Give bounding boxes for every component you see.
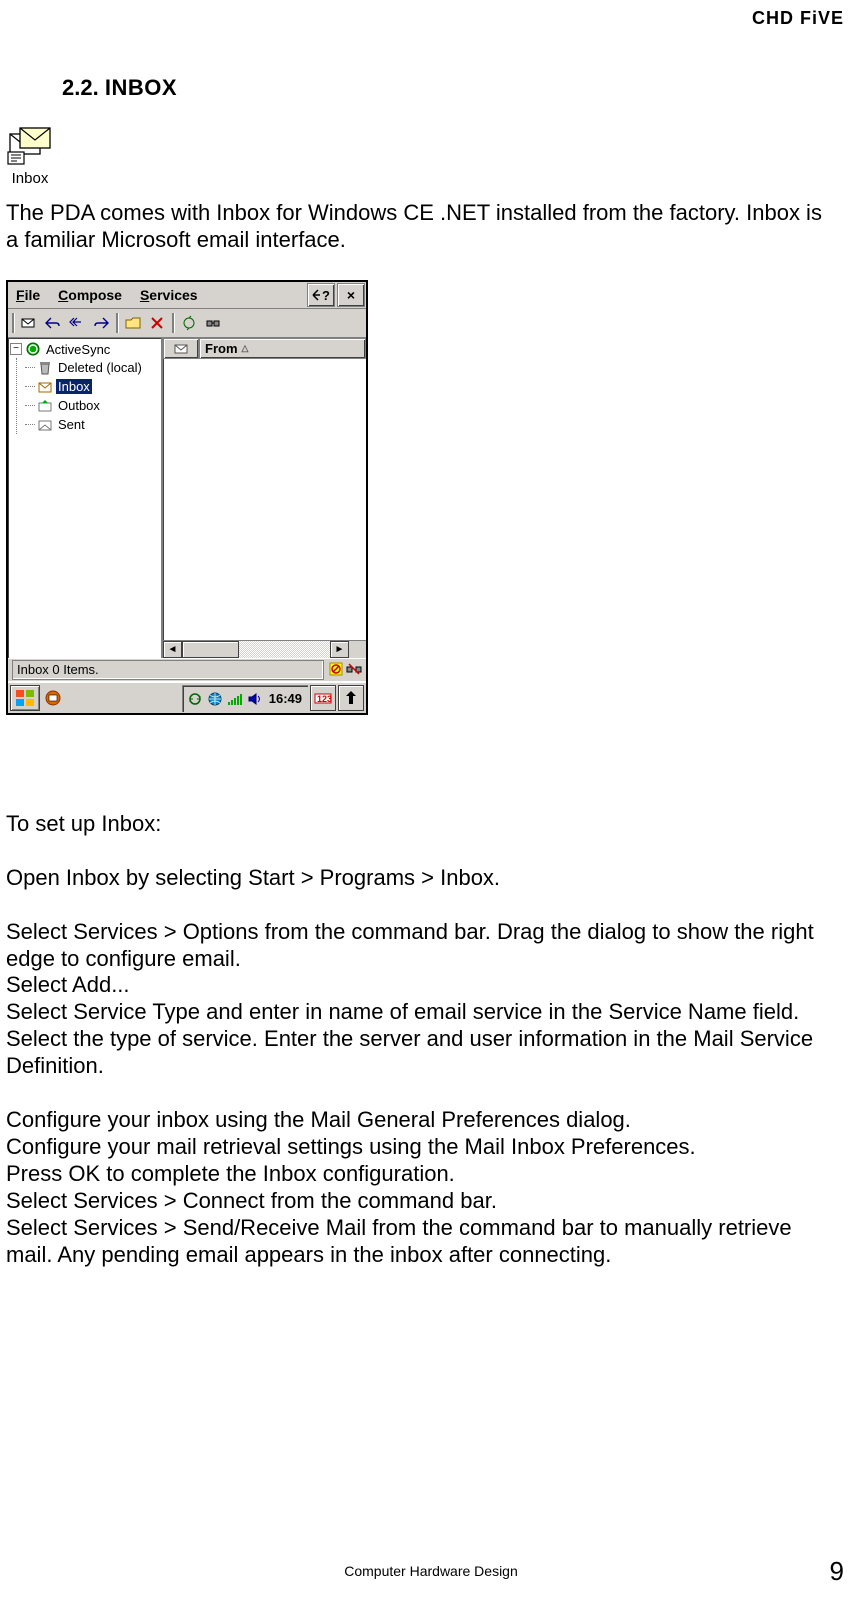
tree-item-inbox[interactable]: Inbox xyxy=(19,377,161,396)
trash-icon xyxy=(37,360,53,376)
help-button[interactable]: ? xyxy=(307,283,335,307)
inbox-icon-label: Inbox xyxy=(6,170,54,187)
scroll-track[interactable] xyxy=(239,641,330,658)
folder-icon[interactable] xyxy=(122,312,144,334)
footer: Computer Hardware Design xyxy=(0,1563,862,1579)
status-bar: Inbox 0 Items. xyxy=(8,658,366,681)
network-tray-icon[interactable] xyxy=(207,691,223,707)
sent-folder-icon xyxy=(37,417,53,433)
folder-tree[interactable]: − ActiveSync Deleted (local) Inbox xyxy=(8,338,163,658)
start-button[interactable] xyxy=(10,685,40,711)
show-desktop-button[interactable] xyxy=(338,685,364,711)
step-options: Select Services > Options from the comma… xyxy=(6,918,832,972)
step-add: Select Add... xyxy=(6,971,832,998)
status-text: Inbox 0 Items. xyxy=(12,660,324,680)
list-header: From △ xyxy=(163,338,366,359)
scroll-thumb[interactable] xyxy=(182,641,239,658)
menubar: File Compose Services ? × xyxy=(8,282,366,309)
tree-item-label: Sent xyxy=(56,417,87,432)
horizontal-scrollbar[interactable]: ◄ ► xyxy=(163,640,366,658)
tree-item-sent[interactable]: Sent xyxy=(19,415,161,434)
tree-root[interactable]: − ActiveSync xyxy=(9,340,161,358)
step-retrieval: Configure your mail retrieval settings u… xyxy=(6,1133,832,1160)
step-ok: Press OK to complete the Inbox configura… xyxy=(6,1160,832,1187)
system-tray: 16:49 xyxy=(182,685,308,712)
step-send-receive: Select Services > Send/Receive Mail from… xyxy=(6,1214,832,1268)
tree-item-outbox[interactable]: Outbox xyxy=(19,396,161,415)
ce-inbox-window: File Compose Services ? × − ActiveSync xyxy=(6,280,368,715)
step-general-prefs: Configure your inbox using the Mail Gene… xyxy=(6,1106,832,1133)
menu-compose[interactable]: Compose xyxy=(50,284,132,306)
connection-status-icon xyxy=(346,661,362,680)
tree-item-label: Outbox xyxy=(56,398,102,413)
scroll-left-button[interactable]: ◄ xyxy=(163,641,182,658)
menu-file[interactable]: File xyxy=(8,284,50,306)
forward-icon[interactable] xyxy=(90,312,112,334)
send-receive-icon[interactable] xyxy=(178,312,200,334)
tree-root-label: ActiveSync xyxy=(44,342,112,357)
signal-tray-icon[interactable] xyxy=(227,691,243,707)
sync-status-icon xyxy=(328,661,344,680)
tree-collapse-icon[interactable]: − xyxy=(10,343,22,355)
new-mail-icon[interactable] xyxy=(18,312,40,334)
taskbar-inbox-icon[interactable] xyxy=(42,687,64,709)
menu-services[interactable]: Services xyxy=(132,284,208,306)
toolbar-separator xyxy=(172,313,174,333)
sync-tray-icon[interactable] xyxy=(187,691,203,707)
section-word: INBOX xyxy=(105,75,177,100)
intro-paragraph: The PDA comes with Inbox for Windows CE … xyxy=(6,199,832,253)
attachment-header-icon[interactable] xyxy=(163,338,199,359)
clock[interactable]: 16:49 xyxy=(267,691,304,706)
tree-item-label: Inbox xyxy=(56,379,92,394)
tree-item-label: Deleted (local) xyxy=(56,360,144,375)
tree-item-deleted[interactable]: Deleted (local) xyxy=(19,358,161,377)
section-number: 2.2. xyxy=(62,75,99,100)
setup-heading: To set up Inbox: xyxy=(6,810,832,837)
svg-text:123: 123 xyxy=(317,694,332,704)
from-column-header[interactable]: From △ xyxy=(199,338,366,359)
step-connect: Select Services > Connect from the comma… xyxy=(6,1187,832,1214)
delete-icon[interactable] xyxy=(146,312,168,334)
reply-icon[interactable] xyxy=(42,312,64,334)
toolbar xyxy=(8,309,366,338)
step-open: Open Inbox by selecting Start > Programs… xyxy=(6,864,832,891)
svg-text:?: ? xyxy=(322,288,330,303)
activesync-icon xyxy=(25,341,41,357)
inbox-desktop-icon: Inbox xyxy=(6,120,54,187)
page-number: 9 xyxy=(830,1556,844,1587)
inbox-folder-icon xyxy=(37,379,53,395)
step-service-type: Select Service Type and enter in name of… xyxy=(6,998,832,1079)
taskbar: 16:49 123 xyxy=(8,681,366,713)
scroll-right-button[interactable]: ► xyxy=(330,641,349,658)
toolbar-separator xyxy=(116,313,118,333)
input-panel-button[interactable]: 123 xyxy=(310,685,336,711)
from-label: From xyxy=(205,341,238,356)
outbox-folder-icon xyxy=(37,398,53,414)
reply-all-icon[interactable] xyxy=(66,312,88,334)
close-button[interactable]: × xyxy=(337,283,365,307)
sort-ascending-icon: △ xyxy=(242,343,249,354)
connect-icon[interactable] xyxy=(202,312,224,334)
window-body: − ActiveSync Deleted (local) Inbox xyxy=(8,338,366,658)
brand-header: CHD FiVE xyxy=(752,8,844,29)
section-heading: 2.2. INBOX xyxy=(62,75,177,101)
scroll-corner xyxy=(349,641,366,658)
toolbar-separator xyxy=(12,313,14,333)
volume-tray-icon[interactable] xyxy=(247,691,263,707)
message-list[interactable]: From △ ◄ ► xyxy=(163,338,366,658)
envelope-icon xyxy=(6,120,54,168)
